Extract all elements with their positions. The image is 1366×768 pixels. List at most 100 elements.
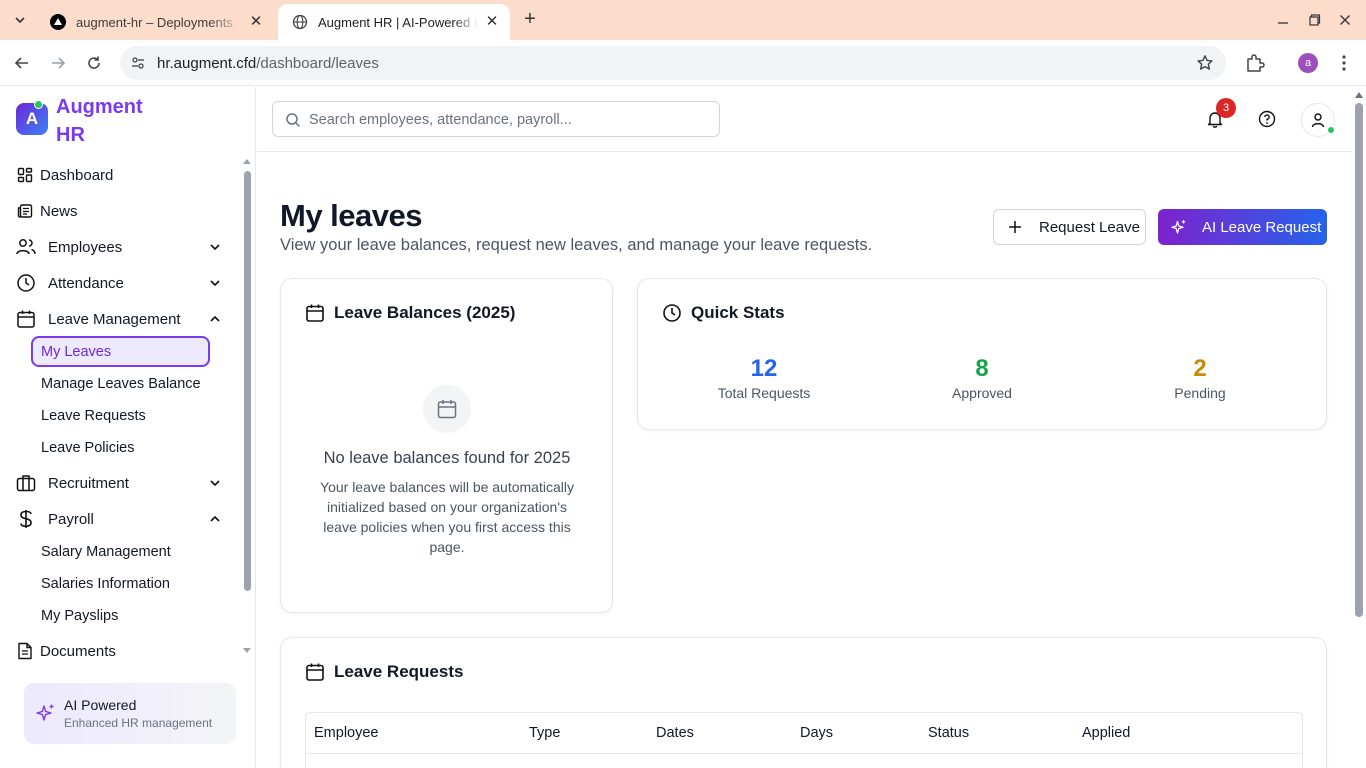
sidebar-item-label: Employees [48, 238, 123, 256]
column-header-employee[interactable]: Employee [314, 725, 378, 741]
sidebar-item-salaries-information[interactable]: Salaries Information [41, 572, 170, 596]
column-header-status[interactable]: Status [928, 725, 969, 741]
tab-close-icon[interactable]: ✕ [248, 14, 264, 30]
search-icon [286, 113, 301, 128]
back-icon[interactable] [10, 51, 34, 75]
leave-requests-card: Leave Requests Employee Type Dates Days … [280, 637, 1327, 768]
sidebar-item-manage-leaves-balance[interactable]: Manage Leaves Balance [41, 372, 201, 396]
maximize-icon[interactable] [1305, 10, 1325, 30]
column-header-dates[interactable]: Dates [656, 725, 694, 741]
sidebar-item-leave-requests[interactable]: Leave Requests [41, 404, 146, 428]
plus-icon [1009, 221, 1021, 233]
scroll-up-arrow-icon[interactable] [242, 157, 252, 165]
leave-requests-table: Employee Type Dates Days Status Applied [305, 712, 1303, 768]
help-circle-icon[interactable] [1257, 109, 1277, 129]
sidebar-item-payroll[interactable]: Payroll [16, 505, 236, 533]
search-input[interactable] [309, 110, 709, 130]
browser-toolbar: hr.augment.cfd/dashboard/leaves a [0, 40, 1366, 86]
tab-close-icon[interactable]: ✕ [484, 14, 500, 30]
sidebar-item-my-payslips[interactable]: My Payslips [41, 604, 118, 628]
reload-icon[interactable] [82, 51, 106, 75]
url-path: /dashboard/leaves [256, 55, 379, 72]
browser-menu-icon[interactable] [1334, 53, 1354, 73]
close-window-icon[interactable] [1335, 10, 1355, 30]
ai-card-title: AI Powered [64, 697, 137, 713]
logo-status-dot [34, 100, 43, 109]
browser-tab-deployments[interactable]: augment-hr – Deployments ✕ [36, 4, 274, 40]
forward-icon[interactable] [46, 51, 70, 75]
bookmark-star-icon[interactable] [1196, 54, 1214, 72]
sidebar-item-attendance[interactable]: Attendance [16, 269, 236, 297]
sidebar-item-leave-policies[interactable]: Leave Policies [41, 436, 135, 460]
column-header-type[interactable]: Type [529, 725, 560, 741]
new-tab-button[interactable]: + [518, 8, 542, 32]
minimize-icon[interactable] [1273, 10, 1293, 30]
empty-calendar-icon [423, 385, 471, 433]
sidebar-item-dashboard[interactable]: Dashboard [16, 161, 236, 189]
sidebar-item-leave-management[interactable]: Leave Management [16, 305, 236, 333]
url-text: hr.augment.cfd/dashboard/leaves [157, 55, 379, 72]
chevron-up-icon [210, 515, 220, 522]
tab-search-button[interactable] [8, 8, 32, 32]
global-search[interactable] [272, 101, 720, 137]
browser-tab-augment-hr[interactable]: Augment HR | AI-Powered HR ✕ [278, 4, 510, 40]
site-info-icon[interactable] [130, 55, 146, 71]
sidebar: A Augment HR Dashboard News Employees At… [0, 87, 256, 768]
request-leave-button[interactable]: Request Leave [993, 209, 1146, 245]
column-header-days[interactable]: Days [800, 725, 833, 741]
ai-powered-card: AI Powered Enhanced HR management [24, 683, 236, 744]
table-header-divider [306, 753, 1302, 754]
leave-balances-card: Leave Balances (2025) No leave balances … [280, 278, 613, 613]
dollar-sign-icon [16, 509, 36, 529]
page-scroll-thumb[interactable] [1355, 103, 1363, 617]
user-icon [1311, 113, 1325, 128]
ai-card-subtitle: Enhanced HR management [64, 716, 213, 730]
scroll-up-arrow-icon[interactable] [1355, 92, 1363, 98]
extensions-puzzle-icon[interactable] [1244, 52, 1266, 74]
sidebar-item-news[interactable]: News [16, 197, 236, 225]
browser-tab-bar: augment-hr – Deployments ✕ Augment HR | … [0, 0, 1366, 40]
ai-leave-request-button[interactable]: AI Leave Request [1158, 209, 1327, 245]
sidebar-item-label: Dashboard [40, 166, 114, 184]
chevron-down-icon [15, 17, 25, 24]
sidebar-item-label: Attendance [48, 274, 124, 292]
calendar-icon [16, 309, 36, 329]
sidebar-item-salary-management[interactable]: Salary Management [41, 540, 171, 564]
quick-stats-header: Quick Stats [662, 303, 785, 323]
stat-value: 2 [1193, 355, 1207, 382]
sidebar-scrollbar[interactable] [240, 155, 254, 661]
url-host: hr.augment.cfd [157, 55, 257, 72]
sidebar-item-label: News [40, 202, 78, 220]
globe-favicon-icon [292, 14, 308, 30]
sidebar-item-documents[interactable]: Documents [16, 637, 236, 665]
sidebar-item-employees[interactable]: Employees [16, 233, 236, 261]
newspaper-icon [16, 202, 34, 220]
stat-label: Total Requests [717, 385, 811, 401]
calendar-icon [306, 663, 324, 681]
sidebar-item-recruitment[interactable]: Recruitment [16, 469, 236, 497]
logo-icon: A [16, 103, 48, 135]
page-scrollbar[interactable] [1352, 87, 1366, 768]
stat-value: 12 [750, 355, 778, 382]
stat-approved: 8 Approved [882, 355, 1082, 401]
tab-title: Augment HR | AI-Powered HR [318, 14, 478, 30]
notification-badge: 3 [1216, 98, 1236, 118]
page-title: My leaves [280, 198, 423, 233]
sidebar-scroll-thumb[interactable] [244, 171, 251, 591]
quick-stats-title: Quick Stats [691, 303, 785, 322]
sidebar-item-my-leaves[interactable]: My Leaves [31, 336, 210, 367]
leave-balances-title: Leave Balances (2025) [334, 303, 516, 322]
brand-name[interactable]: Augment HR [56, 93, 166, 149]
scroll-down-arrow-icon[interactable] [242, 647, 252, 655]
empty-state-text: Your leave balances will be automaticall… [320, 479, 574, 555]
clock-icon [663, 304, 681, 322]
chevron-down-icon [210, 280, 220, 287]
column-header-applied[interactable]: Applied [1082, 725, 1130, 741]
sparkles-icon [36, 704, 54, 721]
sparkles-icon [1171, 220, 1186, 234]
leave-requests-header: Leave Requests [305, 662, 463, 682]
profile-avatar[interactable]: a [1298, 53, 1318, 73]
address-bar[interactable]: hr.augment.cfd/dashboard/leaves [120, 46, 1226, 80]
quick-stats-card: Quick Stats 12 Total Requests 8 Approved… [637, 278, 1327, 430]
clock-icon [16, 273, 36, 293]
